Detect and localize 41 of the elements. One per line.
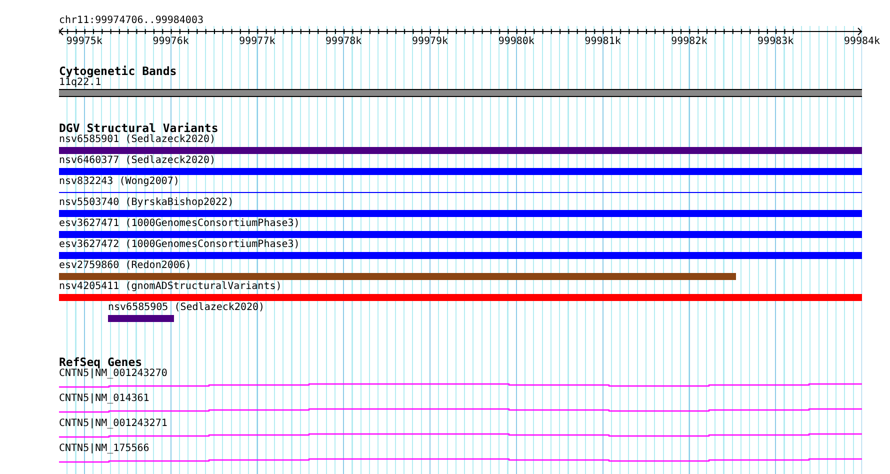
- feature-label[interactable]: esv3627472 (1000GenomesConsortiumPhase3): [59, 239, 862, 251]
- track-title: Cytogenetic Bands: [59, 65, 178, 77]
- tick-label: 99975k: [66, 36, 102, 48]
- variant-bar[interactable]: [59, 231, 862, 238]
- variant-bar[interactable]: [59, 210, 862, 217]
- feature-label[interactable]: nsv6585905: [108, 302, 168, 314]
- band-label: 11q22.1: [59, 77, 102, 89]
- gene-line-drawing[interactable]: [59, 433, 862, 439]
- track-title: DGV Structural Variants: [59, 122, 220, 134]
- tick-label: 99976k: [152, 36, 189, 48]
- feature-label[interactable]: esv2759860 (Redon2006): [59, 260, 862, 272]
- gene-line-drawing[interactable]: [59, 458, 862, 464]
- feature-label[interactable]: nsv6585901 (Sedlazeck2020): [59, 134, 862, 146]
- gene-label[interactable]: CNTN5|NM_001243271: [59, 418, 862, 430]
- variant-bar[interactable]: [59, 168, 862, 175]
- variant-bar[interactable]: [59, 252, 862, 259]
- variant-bar[interactable]: [108, 315, 174, 322]
- track-title: RefSeq Genes: [59, 356, 142, 368]
- feature-label[interactable]: esv3627471 (1000GenomesConsortiumPhase3): [59, 218, 862, 230]
- gene-label[interactable]: CNTN5|NM_001243270: [59, 368, 862, 380]
- gene-line-drawing[interactable]: [59, 383, 862, 389]
- feature-label[interactable]: nsv5503740 (ByrskaBishop2022): [59, 197, 862, 209]
- gene-label[interactable]: CNTN5|NM_014361: [59, 393, 862, 405]
- gene-line-drawing[interactable]: [59, 408, 862, 414]
- tick-label: 99978k: [326, 36, 362, 48]
- tick-label: 99979k: [412, 36, 448, 48]
- tick-label: 99977k: [239, 36, 276, 48]
- feature-source: (Sedlazeck2020): [174, 302, 265, 314]
- feature-label[interactable]: nsv6460377 (Sedlazeck2020): [59, 155, 862, 167]
- feature-label[interactable]: nsv4205411 (gnomADStructuralVariants): [59, 281, 862, 293]
- feature-label[interactable]: nsv832243 (Wong2007): [59, 176, 862, 188]
- tick-label: 99982k: [671, 36, 708, 48]
- location-label: chr11:99974706..99984003: [59, 14, 204, 27]
- tick-label: 99981k: [584, 36, 621, 48]
- variant-bar[interactable]: [59, 273, 736, 280]
- tick-label: 99984k: [844, 36, 880, 48]
- tick-label: 99983k: [758, 36, 794, 48]
- gene-label[interactable]: CNTN5|NM_175566: [59, 443, 862, 455]
- variant-bar[interactable]: [59, 147, 862, 154]
- variant-bar[interactable]: [59, 294, 862, 301]
- tick-label: 99980k: [498, 36, 534, 48]
